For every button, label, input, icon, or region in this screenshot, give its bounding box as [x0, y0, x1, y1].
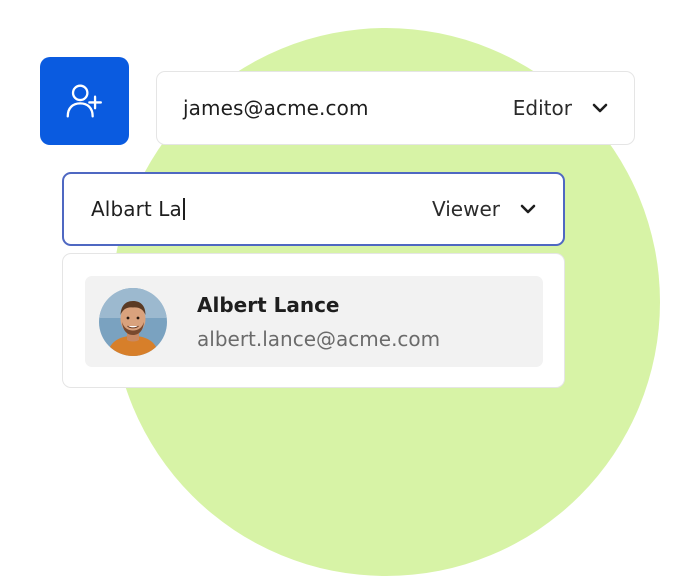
add-user-button[interactable]: [40, 57, 129, 145]
suggestion-email: albert.lance@acme.com: [197, 327, 441, 351]
avatar: [99, 288, 167, 356]
role-select-editor[interactable]: Editor: [513, 96, 608, 120]
search-user-input[interactable]: Albart La Viewer: [62, 172, 565, 246]
chevron-down-icon: [520, 204, 536, 214]
chevron-down-icon: [592, 103, 608, 113]
suggestion-dropdown: Albert Lance albert.lance@acme.com: [62, 253, 565, 388]
avatar-photo: [99, 288, 167, 356]
invite-row: james@acme.com Editor: [156, 71, 635, 145]
role-select-viewer[interactable]: Viewer: [432, 197, 536, 221]
suggestion-item[interactable]: Albert Lance albert.lance@acme.com: [85, 276, 543, 367]
role-label: Editor: [512, 96, 572, 120]
suggestion-name: Albert Lance: [197, 293, 340, 317]
search-query-text: Albart La: [91, 197, 182, 221]
role-label: Viewer: [432, 197, 500, 221]
search-query: Albart La: [91, 197, 185, 221]
user-plus-icon: [66, 84, 102, 118]
invited-email: james@acme.com: [183, 96, 369, 120]
text-caret: [182, 198, 185, 220]
